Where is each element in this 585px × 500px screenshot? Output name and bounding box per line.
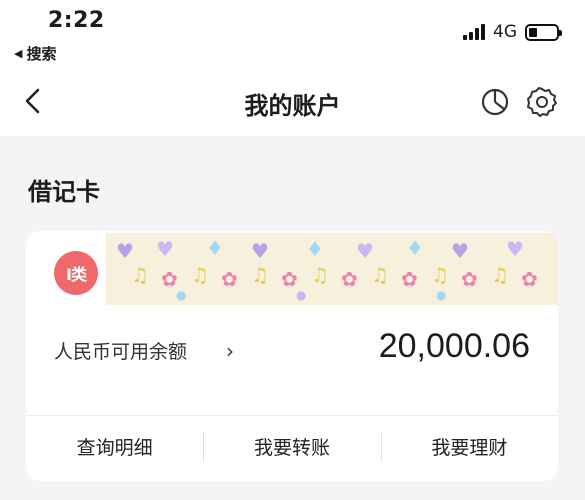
wealth-management-button[interactable]: 我要理财 [380,416,558,476]
back-app-label: 搜索 [26,45,57,63]
balance-row[interactable]: 人民币可用余额 › 20,000.06 [26,321,558,377]
back-to-app-link[interactable]: ◀ 搜索 [14,43,56,64]
back-triangle-icon: ◀ [14,47,23,60]
query-details-button[interactable]: 查询明细 [26,416,203,476]
card-actions: 查询明细 我要转账 我要理财 [26,416,558,476]
debit-card: ♥ ♥ ♦ ♥ ♦ ♥ ♦ ♥ ♥ ♫ ✿ ♫ ✿ ♫ ✿ ♫ ✿ ♫ ✿ ♫ … [26,231,558,481]
signal-icon [463,24,485,40]
sticker-decoration: ♥ ♥ ♦ ♥ ♦ ♥ ♦ ♥ ♥ ♫ ✿ ♫ ✿ ♫ ✿ ♫ ✿ ♫ ✿ ♫ … [106,233,558,305]
transfer-button[interactable]: 我要转账 [203,416,380,476]
chevron-right-icon: › [226,339,234,363]
balance-label: 人民币可用余额 [54,341,188,363]
account-class-badge: I类 [54,251,98,295]
status-indicators: 4G [463,22,562,42]
gear-icon[interactable] [526,86,558,118]
network-type: 4G [493,22,517,42]
battery-icon [525,23,562,41]
pie-chart-icon[interactable] [480,87,510,117]
status-time: 2:22 [48,8,105,33]
balance-amount: 20,000.06 [378,327,530,365]
header-area: 2:22 ◀ 搜索 4G 我的账户 [0,0,585,136]
section-title: 借记卡 [28,178,100,206]
